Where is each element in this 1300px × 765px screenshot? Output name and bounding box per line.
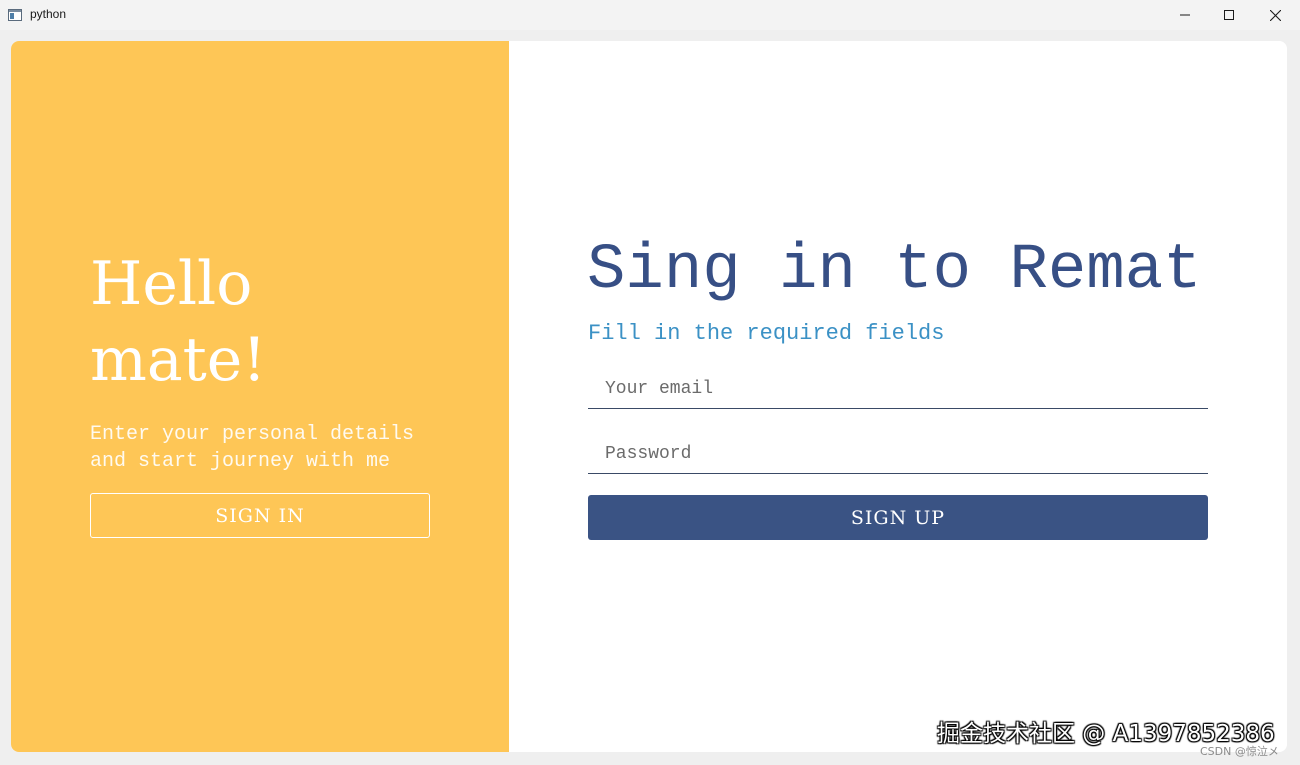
close-icon [1269,9,1281,21]
sign-up-button[interactable]: SIGN UP [588,495,1208,540]
welcome-text: Enter your personal details and start jo… [90,423,415,473]
minimize-icon [1180,10,1190,20]
app-window-icon [8,8,22,21]
maximize-button[interactable] [1206,0,1252,30]
welcome-panel: Hello mate! Enter your personal details … [11,41,509,752]
app-window: python Hello mate! Enter your personal d… [0,0,1300,765]
sign-in-button[interactable]: SIGN IN [90,493,430,538]
watermark-small-text: CSDN @惊泣メ [1200,745,1279,758]
email-field[interactable] [588,369,1208,409]
close-button[interactable] [1252,0,1298,30]
window-title: python [30,7,67,21]
welcome-title: Hello mate! [90,249,267,395]
form-subtitle: Fill in the required fields [588,321,945,346]
password-field[interactable] [588,434,1208,474]
minimize-button[interactable] [1162,0,1208,30]
form-title: Sing in to Remat [587,235,1202,307]
title-bar[interactable]: python [0,0,1300,30]
auth-card: Hello mate! Enter your personal details … [11,41,1287,752]
signin-form-panel: Sing in to Remat Fill in the required fi… [509,41,1287,752]
maximize-icon [1224,10,1234,20]
